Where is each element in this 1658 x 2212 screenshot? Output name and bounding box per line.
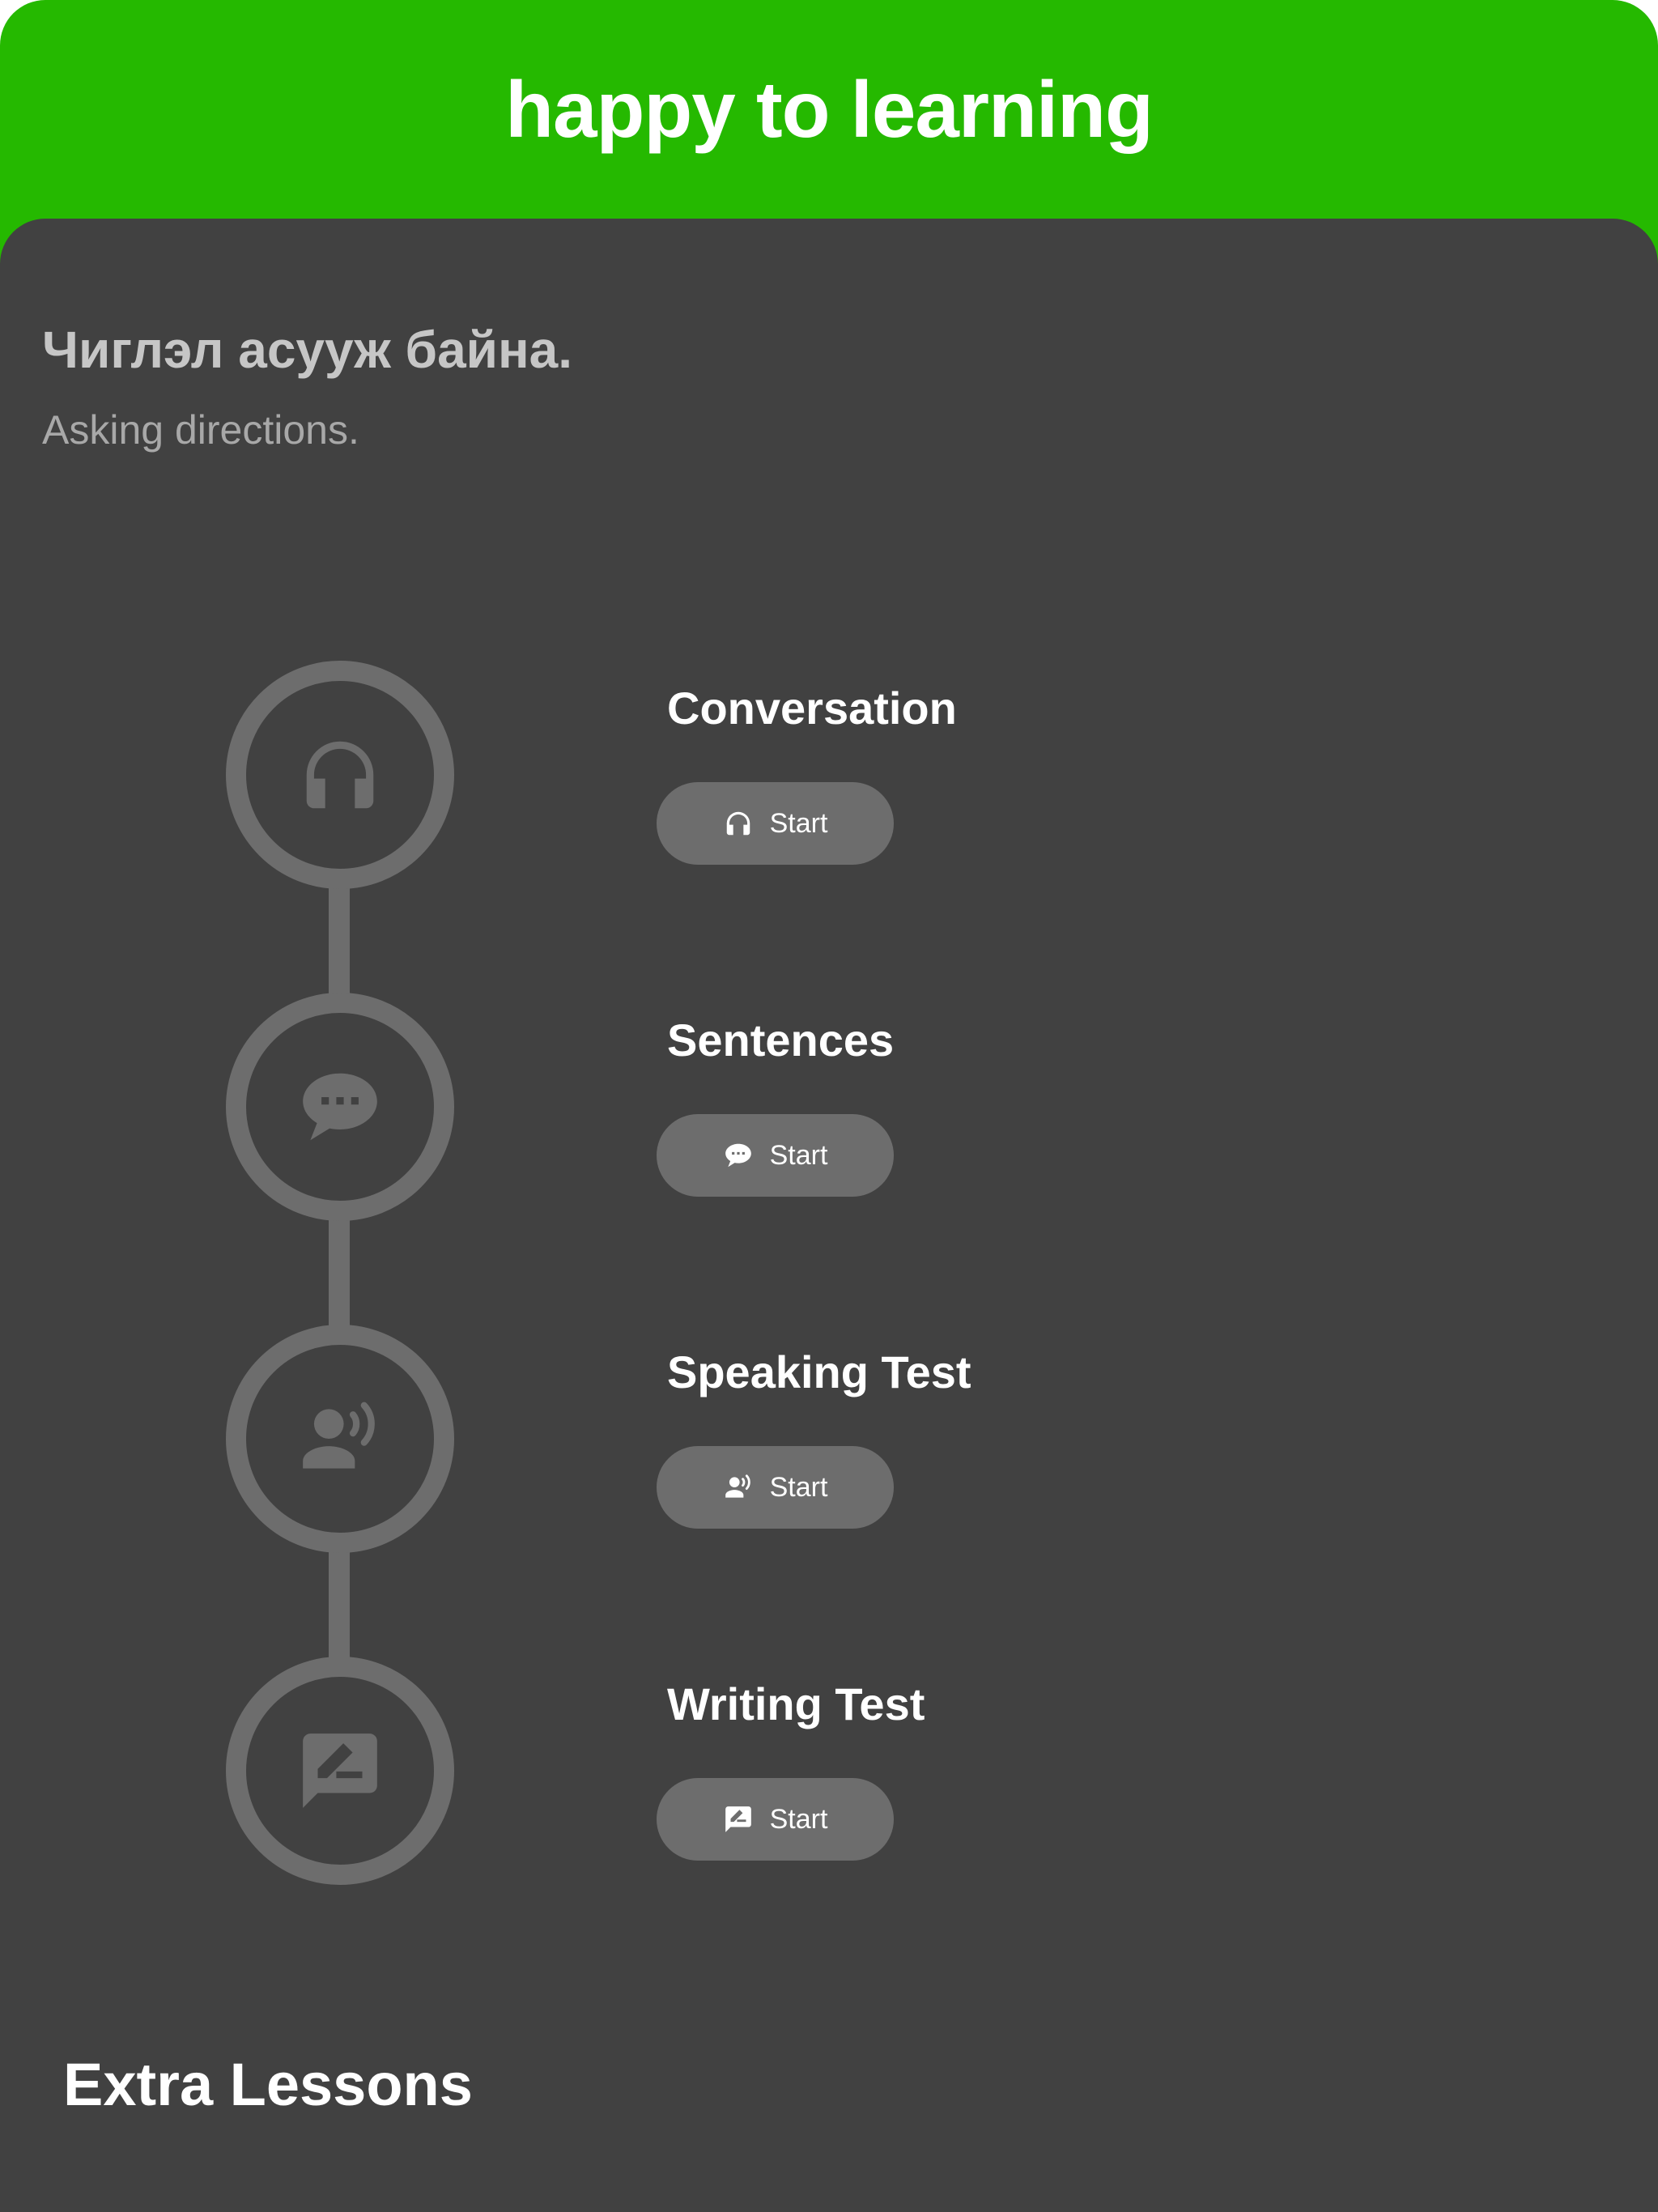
conversation-step-circle[interactable] [226,661,454,889]
step-title-speaking-test: Speaking Test [667,1346,971,1397]
edit-message-icon [723,1804,754,1835]
start-button-label: Start [769,1139,828,1171]
writing-test-step-circle[interactable] [226,1657,454,1885]
headphones-icon [295,730,385,819]
writing-test-start-button[interactable]: Start [657,1778,894,1861]
start-button-label: Start [769,1471,828,1503]
step-title-conversation: Conversation [667,683,957,734]
start-button-label: Start [769,1803,828,1835]
lesson-panel: Чиглэл асууж байна. Asking directions. C… [0,219,1658,2212]
sentences-start-button[interactable]: Start [657,1114,894,1197]
extra-lessons-heading: Extra Lessons [63,2051,473,2118]
speaking-test-step-circle[interactable] [226,1325,454,1553]
step-connector [329,1206,350,1328]
step-title-sentences: Sentences [667,1015,895,1066]
step-connector [329,1538,350,1660]
start-button-label: Start [769,807,828,839]
chat-bubble-icon [295,1062,385,1151]
app-window: happy to learning Чиглэл асууж байна. As… [0,0,1658,2212]
lesson-subtitle: Asking directions. [42,407,359,453]
sentences-step-circle[interactable] [226,993,454,1221]
chat-bubble-icon [723,1140,754,1171]
conversation-start-button[interactable]: Start [657,782,894,865]
edit-message-icon [295,1726,385,1815]
speaking-person-icon [723,1472,754,1503]
app-title: happy to learning [505,64,1154,154]
step-connector [329,874,350,996]
lesson-title: Чиглэл асууж байна. [42,321,573,379]
headphones-icon [723,808,754,839]
step-title-writing-test: Writing Test [667,1678,925,1729]
header: happy to learning [0,0,1658,219]
speaking-test-start-button[interactable]: Start [657,1446,894,1529]
speaking-person-icon [295,1394,385,1483]
